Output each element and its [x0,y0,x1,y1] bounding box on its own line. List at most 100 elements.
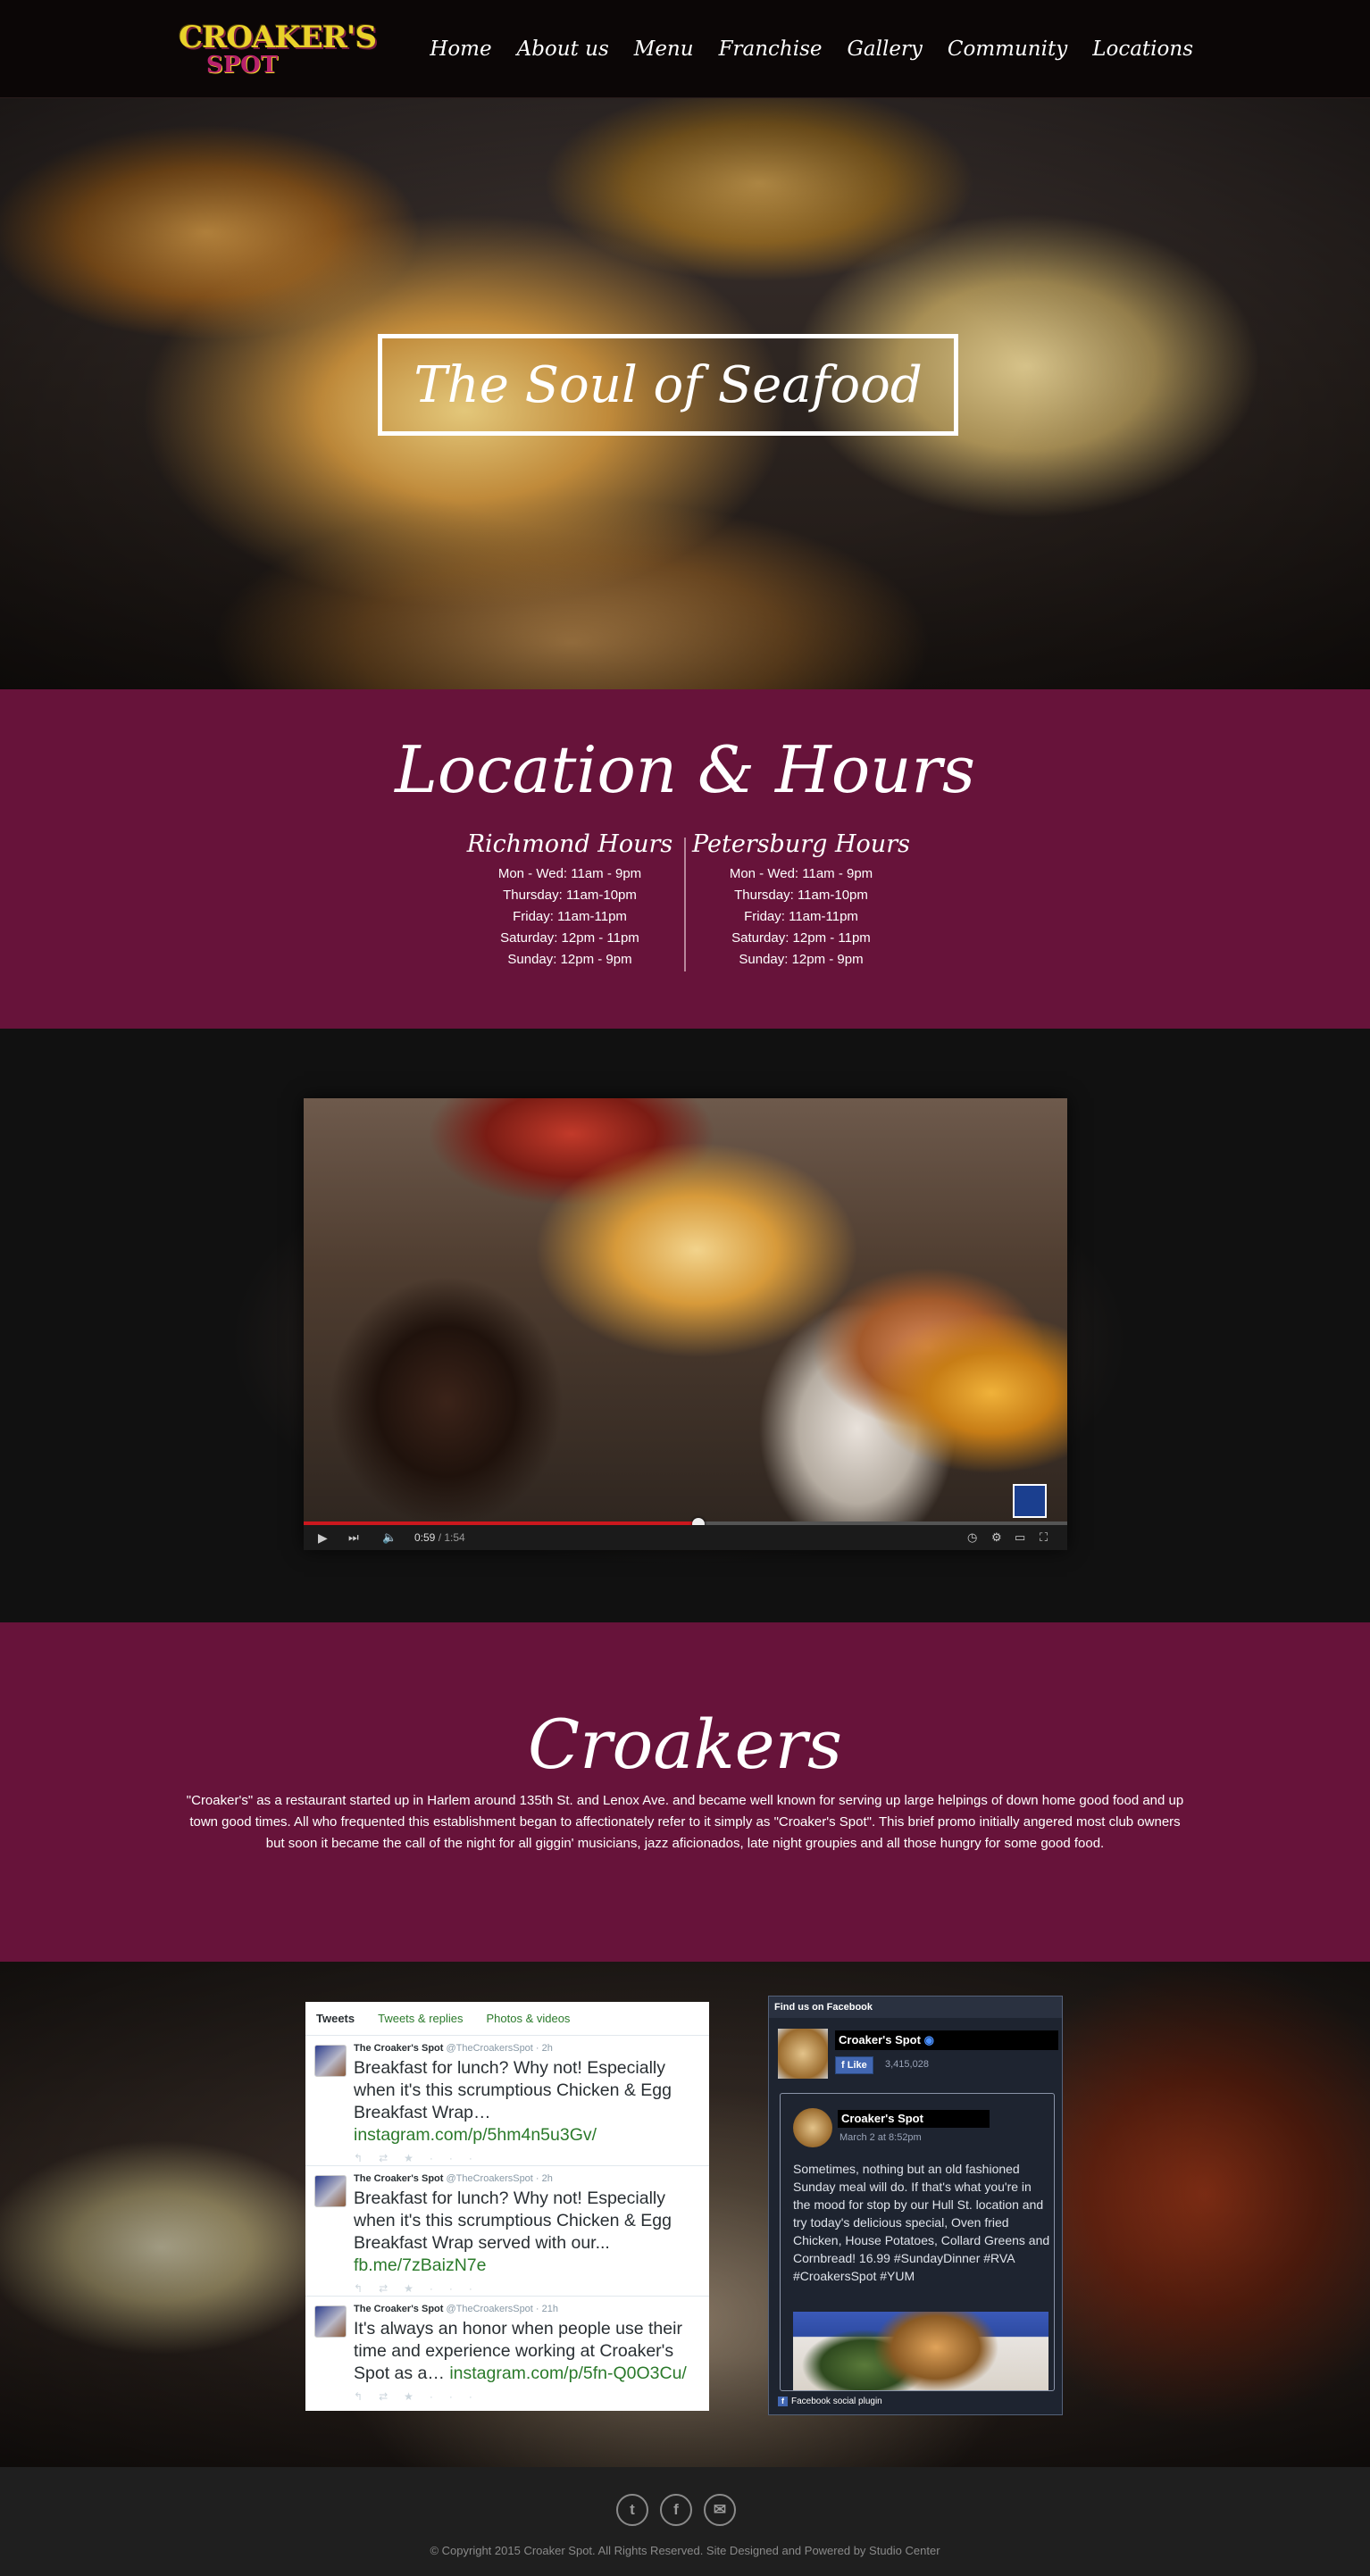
more-icon[interactable]: ··· [430,2152,489,2164]
channel-watermark-icon[interactable] [1013,1484,1047,1518]
tweet-link[interactable]: instagram.com/p/5fn-Q0O3Cu/ [449,2363,687,2383]
hero-title-box: The Soul of Seafood [378,334,958,436]
retweet-icon[interactable]: ⇄ [379,2390,404,2403]
facebook-post-author[interactable]: Croaker's Spot [838,2110,990,2128]
nav-franchise[interactable]: Franchise [719,32,823,66]
facebook-page-thumbnail[interactable] [778,2029,828,2079]
facebook-post[interactable]: Croaker's Spot March 2 at 8:52pm Sometim… [780,2093,1055,2391]
tweet-age[interactable]: 2h [542,2043,553,2054]
facebook-page-name[interactable]: Croaker's Spot ◉ [835,2030,1058,2050]
hours-line: Friday: 11am-11pm [513,909,627,924]
tweet-actions: ↰⇄★··· [354,2282,700,2295]
facebook-footer-text: Facebook social plugin [791,2397,882,2406]
more-icon[interactable]: ··· [430,2282,489,2295]
facebook-post-text: Sometimes, nothing but an old fashioned … [793,2162,1050,2283]
video-frame[interactable] [304,1098,1067,1525]
facebook-icon[interactable]: f [660,2494,692,2526]
email-icon[interactable]: ✉ [704,2494,736,2526]
reply-icon[interactable]: ↰ [354,2390,379,2403]
like-label: Like [847,2060,867,2071]
tweet-text: It's always an honor when people use the… [354,2318,700,2385]
facebook-post-image[interactable] [793,2312,1048,2390]
richmond-hours-title: Richmond Hours [466,830,673,858]
retweet-icon[interactable]: ⇄ [379,2152,404,2164]
nav-menu[interactable]: Menu [634,32,694,66]
nav-gallery[interactable]: Gallery [848,32,923,66]
tweet-age[interactable]: 2h [542,2173,553,2184]
richmond-hours: Richmond Hours Mon - Wed: 11am - 9pm Thu… [454,830,686,971]
facebook-thumb-icon: f [841,2060,848,2071]
twitter-tabs: Tweets Tweets & replies Photos & videos [305,2002,709,2036]
hours-line: Sunday: 12pm - 9pm [739,952,864,967]
facebook-page-plugin: Find us on Facebook Croaker's Spot ◉ f L… [768,1996,1063,2415]
facebook-icon: f [778,2397,788,2406]
tweet-item[interactable]: The Croaker's Spot @TheCroakersSpot · 2h… [305,2036,709,2166]
social-icons: t f ✉ [616,2494,736,2526]
fullscreen-icon[interactable]: ⛶ [1040,1530,1048,1545]
reply-icon[interactable]: ↰ [354,2152,379,2164]
video-time: 0:59 / 1:54 [414,1531,465,1544]
site-footer: t f ✉ © Copyright 2015 Croaker Spot. All… [0,2467,1370,2576]
nav-about-us[interactable]: About us [517,32,609,66]
facebook-page-name-text[interactable]: Croaker's Spot [839,2033,921,2047]
theater-mode-icon[interactable]: ▭ [1015,1530,1025,1545]
hours-line: Mon - Wed: 11am - 9pm [497,866,642,881]
tweet-text: Breakfast for lunch? Why not! Especially… [354,2188,700,2277]
tweet-avatar[interactable] [314,2175,347,2207]
hero-banner: The Soul of Seafood [0,98,1370,689]
volume-icon[interactable]: 🔈 [382,1530,397,1545]
tweet-item[interactable]: The Croaker's Spot @TheCroakersSpot · 2h… [305,2166,709,2297]
watch-later-icon[interactable]: ◷ [967,1530,977,1545]
more-icon[interactable]: ··· [430,2390,489,2403]
video-time-total: 1:54 [444,1531,465,1544]
facebook-like-button[interactable]: f Like [835,2056,873,2074]
reply-icon[interactable]: ↰ [354,2282,379,2295]
facebook-post-date[interactable]: March 2 at 8:52pm [840,2132,922,2143]
promo-video-player[interactable]: ▶ ⏭ 🔈 0:59 / 1:54 ◷ ⚙ ▭ ⛶ [304,1098,1067,1550]
tweet-author[interactable]: The Croaker's Spot [354,2173,443,2184]
next-icon[interactable]: ⏭ [348,1530,359,1545]
facebook-post-avatar[interactable] [793,2108,832,2147]
location-hours-heading: Location & Hours [395,732,975,807]
tweet-age[interactable]: 21h [542,2304,558,2314]
play-icon[interactable]: ▶ [318,1530,328,1545]
tweet-author[interactable]: The Croaker's Spot [354,2304,443,2314]
favorite-icon[interactable]: ★ [404,2390,430,2403]
nav-locations[interactable]: Locations [1092,32,1193,66]
croakers-spot-logo[interactable]: CROAKER'S SPOT [179,20,377,82]
tab-tweets[interactable]: Tweets [316,2012,355,2025]
settings-gear-icon[interactable]: ⚙ [991,1530,1002,1545]
tweet-item[interactable]: The Croaker's Spot @TheCroakersSpot · 21… [305,2297,709,2411]
tweet-author[interactable]: The Croaker's Spot [354,2043,443,2054]
video-time-current: 0:59 [414,1531,436,1544]
tweet-header: The Croaker's Spot @TheCroakersSpot · 2h [354,2043,553,2054]
nav-home[interactable]: Home [430,32,491,66]
video-section: ▶ ⏭ 🔈 0:59 / 1:54 ◷ ⚙ ▭ ⛶ [0,1029,1370,1622]
tweet-text: Breakfast for lunch? Why not! Especially… [354,2057,700,2147]
facebook-plugin-footer[interactable]: f Facebook social plugin [778,2397,882,2406]
croakers-description: "Croaker's" as a restaurant started up i… [186,1793,1184,1851]
copyright-text: © Copyright 2015 Croaker Spot. All Right… [430,2544,940,2557]
main-menu: Home About us Menu Franchise Gallery Com… [405,32,1193,66]
tweet-handle[interactable]: @TheCroakersSpot [446,2304,532,2314]
tweet-avatar[interactable] [314,2045,347,2077]
tweet-body: Breakfast for lunch? Why not! Especially… [354,2058,672,2122]
tweet-handle[interactable]: @TheCroakersSpot [446,2173,532,2184]
tweet-link[interactable]: fb.me/7zBaizN7e [354,2255,487,2275]
hours-line: Sunday: 12pm - 9pm [507,952,632,967]
logo-text-top: CROAKER'S [179,20,377,55]
favorite-icon[interactable]: ★ [404,2152,430,2164]
tweet-link[interactable]: instagram.com/p/5hm4n5u3Gv/ [354,2125,597,2145]
tab-photos-videos[interactable]: Photos & videos [486,2012,570,2025]
logo-text-bottom: SPOT [205,52,279,79]
tweet-header: The Croaker's Spot @TheCroakersSpot · 2h [354,2173,553,2184]
hours-line: Saturday: 12pm - 11pm [500,930,639,946]
retweet-icon[interactable]: ⇄ [379,2282,404,2295]
twitter-icon[interactable]: t [616,2494,648,2526]
twitter-timeline-widget: Tweets Tweets & replies Photos & videos … [305,2002,709,2411]
tab-tweets-replies[interactable]: Tweets & replies [378,2012,463,2025]
nav-community[interactable]: Community [948,32,1067,66]
tweet-avatar[interactable] [314,2305,347,2338]
favorite-icon[interactable]: ★ [404,2282,430,2295]
tweet-handle[interactable]: @TheCroakersSpot [446,2043,532,2054]
